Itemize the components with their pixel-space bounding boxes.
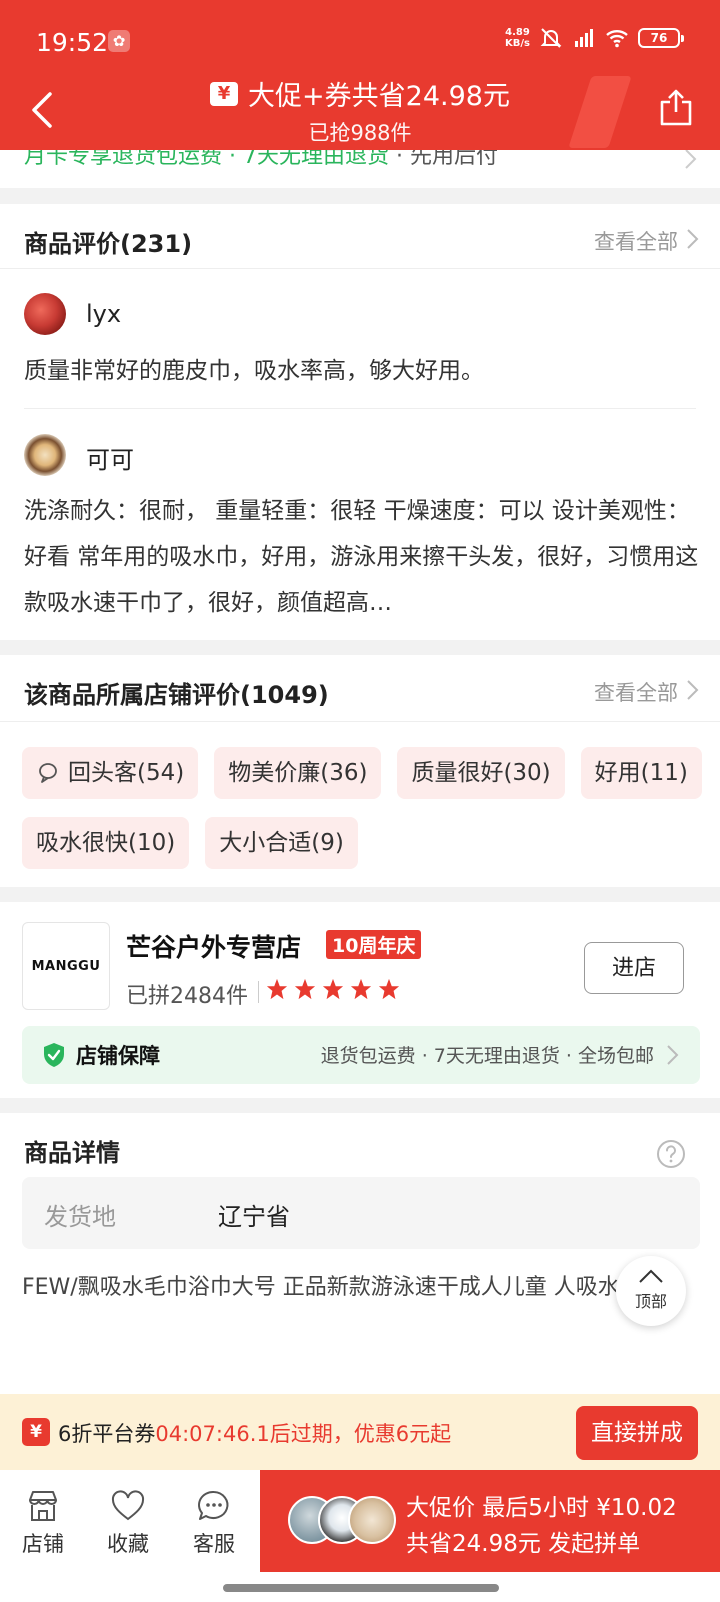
avatar bbox=[348, 1496, 396, 1544]
store-sold-count: 已拼2484件 bbox=[126, 984, 248, 1009]
app-notification-icon: ✿ bbox=[108, 30, 130, 52]
promo-savings: ¥ 大促+券共省24.98元 bbox=[210, 74, 510, 113]
nav-title: ¥ 大促+券共省24.98元 已抢988件 bbox=[0, 74, 720, 147]
divider bbox=[258, 981, 259, 1003]
home-indicator[interactable] bbox=[223, 1584, 499, 1592]
enter-store-button[interactable]: 进店 bbox=[584, 942, 684, 994]
share-icon[interactable] bbox=[658, 88, 694, 128]
review-tag[interactable]: 质量很好(30) bbox=[397, 747, 565, 799]
divider bbox=[0, 721, 720, 722]
star-icon bbox=[378, 978, 400, 1000]
top-header: 19:52 ✿ 4.89 KB/s 76 ¥ 大促+券共省24.98元 已抢98… bbox=[0, 0, 720, 150]
details-title: 商品详情 bbox=[24, 1139, 120, 1167]
shield-check-icon bbox=[44, 1043, 64, 1067]
chat-icon bbox=[198, 1490, 229, 1520]
star-icon bbox=[350, 978, 372, 1000]
divider bbox=[0, 268, 720, 269]
wifi-icon bbox=[606, 30, 628, 48]
review-username: lyx bbox=[86, 300, 122, 328]
coupon-countdown: 04:07:46.1后过期，优惠6元起 bbox=[155, 1422, 452, 1446]
favorite-action[interactable]: 收藏 bbox=[93, 1488, 163, 1558]
star-icon bbox=[266, 978, 288, 1000]
customer-service-action[interactable]: 客服 bbox=[179, 1488, 249, 1558]
guarantee-items: 退货包运费 · 7天无理由退货 · 全场包邮 bbox=[320, 1045, 654, 1067]
shop-reviews: 该商品所属店铺评价(1049) 查看全部 回头客(54) 物美价廉(36) 质量… bbox=[0, 655, 720, 887]
store-logo[interactable]: MANGGU bbox=[22, 922, 110, 1010]
promo-price: 大促价 最后5小时 ¥10.02 bbox=[406, 1495, 677, 1521]
avatar bbox=[24, 293, 66, 335]
status-icons: 4.89 KB/s 76 bbox=[505, 26, 684, 50]
review-tag[interactable]: 吸水很快(10) bbox=[22, 817, 190, 869]
ticket-icon: ¥ bbox=[210, 81, 239, 106]
service-text: 月卡专享退货包运费 · 7天无理由退货 · 先用后付 bbox=[24, 150, 498, 169]
buyer-avatars bbox=[288, 1496, 398, 1544]
signal-icon bbox=[575, 29, 593, 47]
chevron-right-icon[interactable] bbox=[684, 679, 700, 701]
review-text[interactable]: 洗涤耐久：很耐， 重量轻重：很轻 干燥速度：可以 设计美观性：好看 常年用的吸水… bbox=[24, 488, 700, 626]
shop-reviews-title: 该商品所属店铺评价(1049) bbox=[24, 681, 329, 709]
start-group-label: 共省24.98元 发起拼单 bbox=[406, 1531, 641, 1557]
back-to-top-button[interactable]: 顶部 bbox=[616, 1256, 686, 1326]
ship-from-label: 发货地 bbox=[44, 1203, 116, 1231]
chevron-up-icon bbox=[639, 1269, 663, 1283]
status-time: 19:52 bbox=[36, 28, 109, 57]
store-name[interactable]: 芒谷户外专营店 bbox=[126, 928, 301, 964]
sold-count: 已抢988件 bbox=[308, 121, 412, 145]
ship-from-value: 辽宁省 bbox=[218, 1203, 290, 1231]
review-text[interactable]: 质量非常好的鹿皮巾，吸水率高，够大好用。 bbox=[24, 348, 700, 394]
bottom-action-bar: 店铺 收藏 客服 大促价 最后5小时 ¥10.02 共省24.98元 发起拼单 bbox=[0, 1470, 720, 1602]
bubble-icon bbox=[39, 763, 57, 783]
chevron-right-icon bbox=[667, 1045, 679, 1065]
chevron-right-icon[interactable] bbox=[684, 228, 700, 250]
divider bbox=[24, 408, 696, 409]
mute-icon bbox=[540, 28, 562, 48]
avatar bbox=[24, 434, 66, 476]
reviews-title: 商品评价(231) bbox=[24, 230, 193, 258]
shop-reviews-see-all[interactable]: 查看全部 bbox=[594, 677, 678, 707]
star-icon bbox=[322, 978, 344, 1000]
coupon-icon: ¥ bbox=[22, 1418, 50, 1446]
chevron-right-icon bbox=[685, 150, 697, 169]
store-card: MANGGU 芒谷户外专营店 10周年庆 已拼2484件 进店 店铺保障 退货包… bbox=[0, 902, 720, 1098]
product-details: 商品详情 发货地 辽宁省 FEW/飘吸水毛巾浴巾大号 正品新款游泳速干成人儿童 … bbox=[0, 1113, 720, 1394]
review-username: 可可 bbox=[86, 446, 134, 474]
join-group-button[interactable]: 直接拼成 bbox=[576, 1406, 698, 1460]
star-icon bbox=[294, 978, 316, 1000]
product-title: FEW/飘吸水毛巾浴巾大号 正品新款游泳速干成人儿童 人吸水巾 bbox=[22, 1275, 642, 1300]
ship-from-row: 发货地 辽宁省 bbox=[22, 1177, 700, 1249]
product-reviews: 商品评价(231) 查看全部 lyx 质量非常好的鹿皮巾，吸水率高，够大好用。 … bbox=[0, 204, 720, 640]
store-guarantee[interactable]: 店铺保障 退货包运费 · 7天无理由退货 · 全场包邮 bbox=[22, 1026, 700, 1084]
review-tag[interactable]: 大小合适(9) bbox=[205, 817, 358, 869]
status-bar: 19:52 ✿ 4.89 KB/s 76 bbox=[0, 0, 720, 80]
review-tags: 回头客(54) 物美价廉(36) 质量很好(30) 好用(11) 吸水很快(10… bbox=[22, 747, 702, 869]
battery-icon: 76 bbox=[638, 28, 684, 48]
guarantee-title: 店铺保障 bbox=[76, 1044, 160, 1068]
anniversary-badge: 10周年庆 bbox=[326, 930, 422, 959]
nav-bar: ¥ 大促+券共省24.98元 已抢988件 bbox=[0, 70, 720, 150]
review-tag[interactable]: 好用(11) bbox=[580, 747, 702, 799]
service-strip[interactable]: 月卡专享退货包运费 · 7天无理由退货 · 先用后付 bbox=[0, 150, 720, 188]
review-tag[interactable]: 物美价廉(36) bbox=[214, 747, 382, 799]
net-speed: 4.89 KB/s bbox=[505, 27, 530, 49]
group-buy-button[interactable]: 大促价 最后5小时 ¥10.02 共省24.98元 发起拼单 bbox=[260, 1470, 720, 1572]
heart-icon bbox=[111, 1490, 145, 1521]
store-rating bbox=[266, 978, 400, 1000]
store-icon bbox=[29, 1491, 57, 1521]
coupon-bar: ¥ 6折平台券04:07:46.1后过期，优惠6元起 直接拼成 bbox=[0, 1394, 720, 1470]
reviews-see-all[interactable]: 查看全部 bbox=[594, 226, 678, 256]
promo-text: 大促+券共省24.98元 bbox=[248, 81, 510, 112]
coupon-text: 6折平台券04:07:46.1后过期，优惠6元起 bbox=[58, 1422, 452, 1446]
store-action[interactable]: 店铺 bbox=[8, 1488, 78, 1558]
product-page-content: 月卡专享退货包运费 · 7天无理由退货 · 先用后付 商品评价(231) 查看全… bbox=[0, 150, 720, 1394]
review-tag[interactable]: 回头客(54) bbox=[22, 747, 199, 799]
help-icon[interactable] bbox=[656, 1139, 686, 1169]
